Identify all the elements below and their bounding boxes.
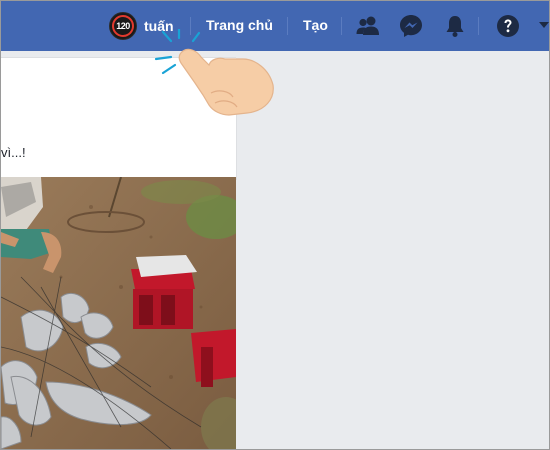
dropdown-arrow-icon[interactable] [538, 19, 550, 31]
nav-divider [287, 17, 288, 35]
browser-frame: 120 tuấn Trang chủ Tạo vì...! [0, 0, 550, 450]
nav-divider [341, 17, 342, 35]
nav-divider [478, 17, 479, 35]
friends-icon[interactable] [355, 13, 381, 39]
tap-hand-icon [154, 29, 274, 116]
post-photo[interactable] [1, 177, 236, 449]
avatar-badge-text: 120 [112, 15, 134, 37]
messenger-icon[interactable] [398, 13, 424, 39]
help-icon[interactable] [495, 13, 521, 39]
post-text: vì...! [1, 145, 26, 160]
notifications-icon[interactable] [442, 13, 468, 39]
create-link[interactable]: Tạo [303, 17, 328, 33]
avatar[interactable]: 120 [109, 12, 137, 40]
post-photo-illustration [1, 177, 236, 449]
